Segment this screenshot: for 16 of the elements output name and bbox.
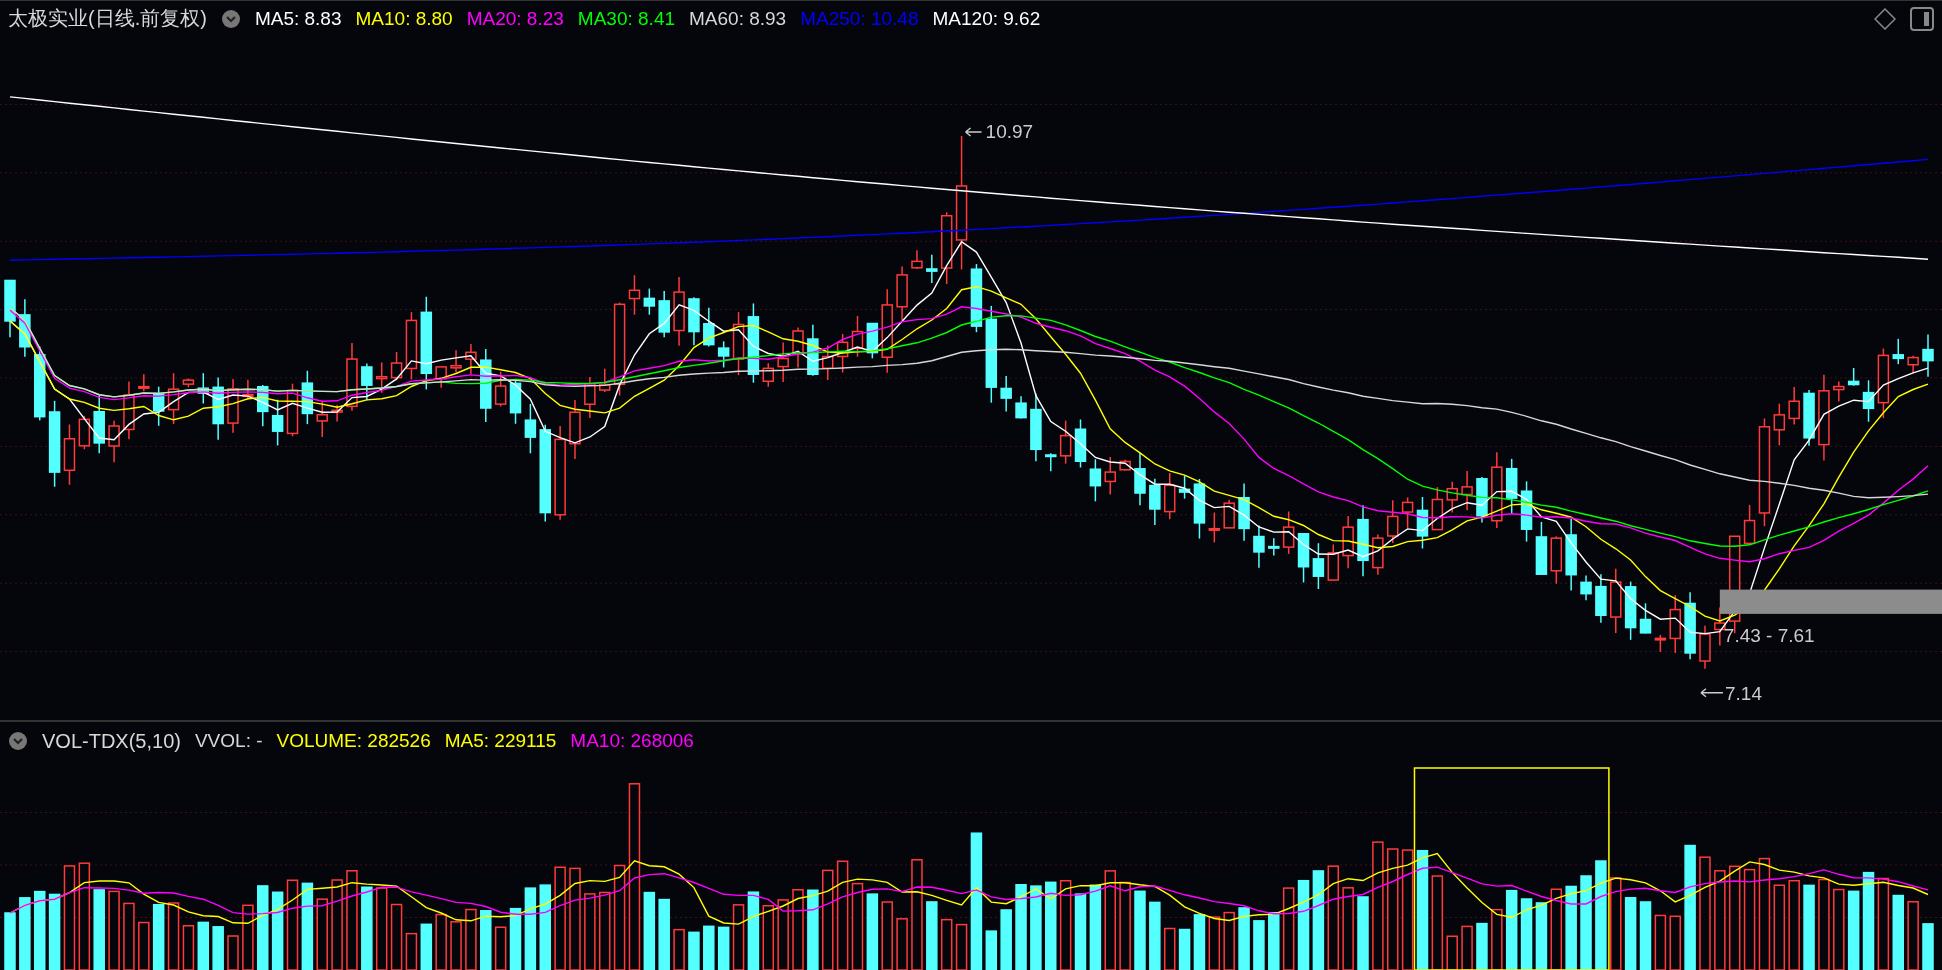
indicator-title: VOL-TDX(5,10) [42, 729, 181, 753]
chart-title: 太极实业(日线.前复权) [8, 6, 207, 31]
indicator-value: MA60: 8.93 [689, 7, 787, 30]
indicator-value: MA10: 8.80 [355, 7, 453, 30]
indicator-value: MA5: 8.83 [254, 7, 342, 30]
indicator-value: VVOL: - [194, 730, 263, 752]
indicator-value: MA20: 8.23 [466, 7, 564, 30]
gap-range-label: 7.43 - 7.61 [1723, 624, 1815, 646]
indicator-value: VOLUME: 282526 [276, 730, 431, 752]
indicator-value: MA30: 8.41 [577, 7, 675, 30]
indicator-value: MA250: 10.48 [800, 7, 919, 30]
indicator-value: MA5: 229115 [444, 730, 557, 752]
low-price-label: 7.14 [1725, 682, 1762, 704]
indicator-value: MA120: 9.62 [932, 7, 1041, 30]
indicator-value: MA10: 268006 [570, 730, 694, 752]
high-price-label: 10.97 [985, 121, 1034, 142]
